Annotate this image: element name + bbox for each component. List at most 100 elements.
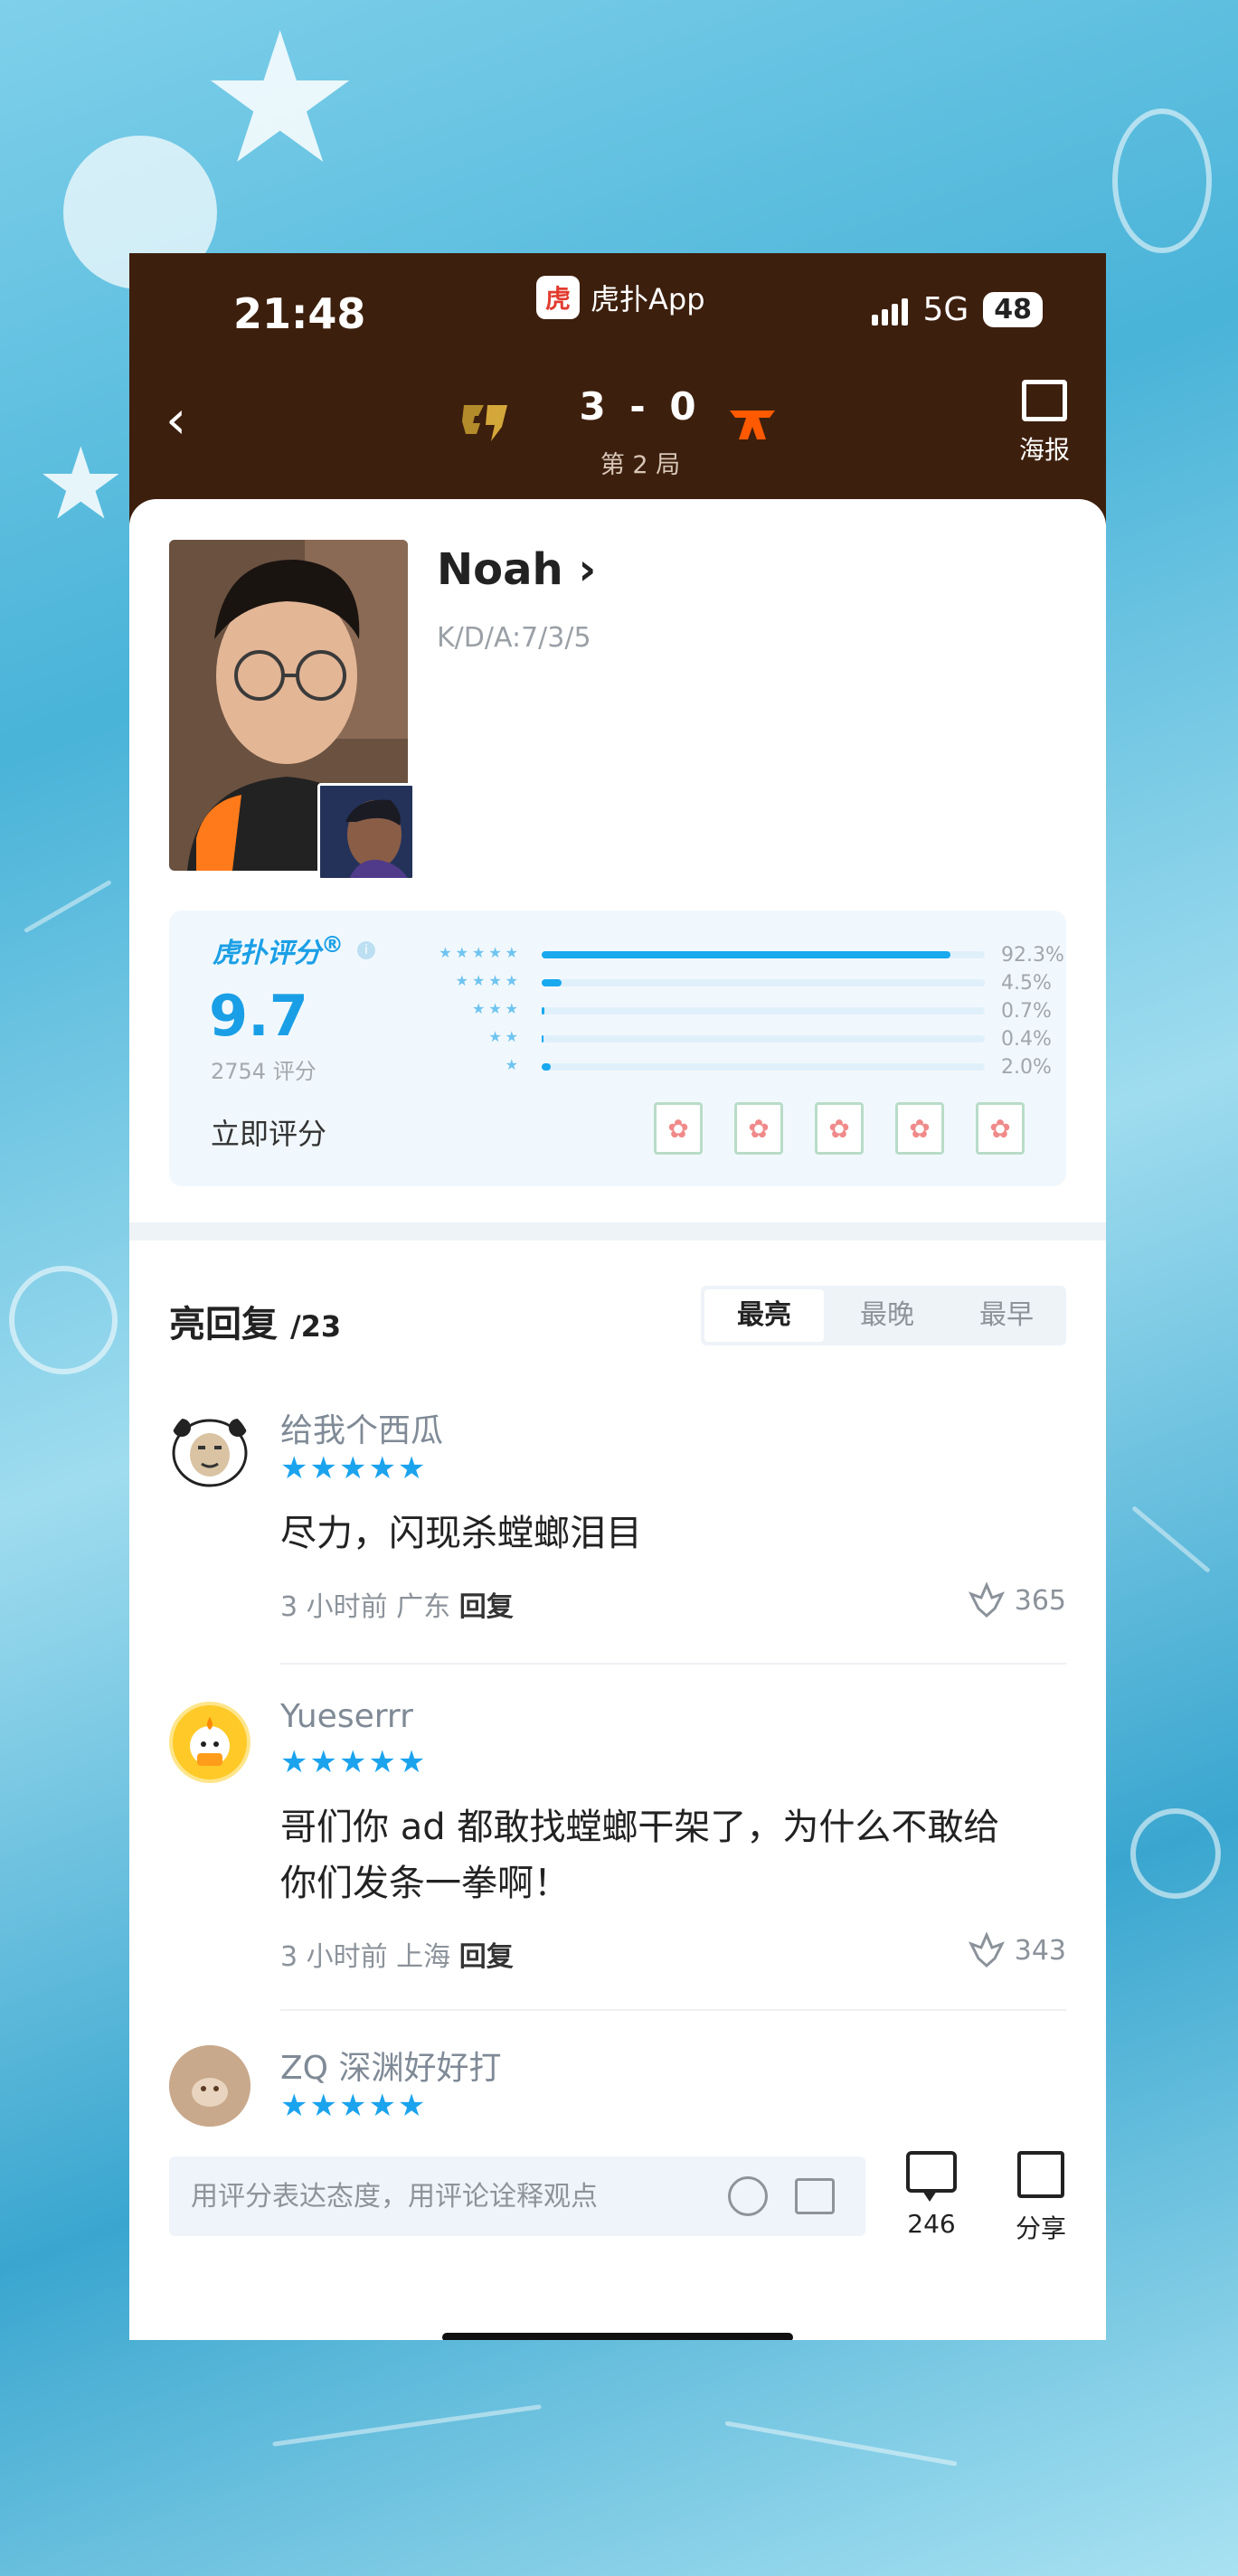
champion-portrait <box>317 783 415 881</box>
reply-button[interactable]: 回复 <box>459 1941 514 1973</box>
rating-bar-row: ★★★ 0.7% <box>395 998 1052 1026</box>
bar-percent: 0.7% <box>1001 1000 1052 1023</box>
chevron-right-icon: › <box>578 544 597 595</box>
player-name-link[interactable]: Noah › <box>437 544 596 595</box>
bar-track <box>542 1063 985 1071</box>
background-circle <box>1112 109 1212 253</box>
rating-brand-label: 虎扑评分 <box>213 938 321 969</box>
background-line <box>724 2420 958 2467</box>
rate-now-label: 立即评分 <box>211 1117 327 1151</box>
rate-option-5[interactable]: ✿ <box>976 1102 1025 1155</box>
comment-rating-stars: ★★★★★ <box>280 1450 428 1486</box>
bar-stars: ★★★★ <box>455 972 522 989</box>
rating-panel: 虎扑评分® i 9.7 2754 评分 立即评分 ★★★★★ 92.3% ★★★… <box>169 911 1066 1186</box>
status-time: 21:48 <box>233 289 366 338</box>
content-card: Noah › K/D/A:7/3/5 虎扑评分® i 9.7 2754 评分 立… <box>129 499 1106 2340</box>
comment-meta: 3 小时前 广东 回复 <box>280 1584 514 1624</box>
rate-options: ✿ ✿ ✿ ✿ ✿ <box>654 1102 1025 1155</box>
reply-button[interactable]: 回复 <box>459 1591 514 1623</box>
tab-latest[interactable]: 最晚 <box>827 1286 947 1345</box>
share-label: 分享 <box>1015 2213 1066 2243</box>
tab-hottest[interactable]: 最亮 <box>704 1289 824 1342</box>
comment-input-box <box>169 2156 865 2236</box>
poster-button[interactable]: 海报 <box>1019 380 1070 467</box>
light-up-icon <box>968 1581 1005 1618</box>
bar-stars: ★★ <box>488 1028 522 1045</box>
comment-separator <box>280 2009 1066 2011</box>
registered-mark: ® <box>321 931 344 958</box>
bar-stars: ★ <box>505 1056 522 1073</box>
bar-fill <box>542 1007 545 1014</box>
bar-stars: ★★★★★ <box>439 944 522 961</box>
comment-bar: 246 分享 <box>129 2151 1106 2340</box>
bar-percent: 92.3% <box>1001 944 1064 967</box>
bar-fill <box>542 1035 543 1043</box>
poster-label: 海报 <box>1018 435 1070 465</box>
emoji-icon[interactable] <box>728 2176 768 2216</box>
comment-username[interactable]: Yueserrr <box>280 1698 413 1735</box>
comment-location: 广东 <box>396 1591 451 1623</box>
bar-percent: 4.5% <box>1001 972 1052 995</box>
like-button[interactable]: 365 <box>968 1581 1066 1619</box>
avatar[interactable] <box>169 1702 250 1783</box>
background-circle <box>1130 1808 1221 1899</box>
like-count: 365 <box>1014 1584 1066 1617</box>
hupu-logo-icon: 虎 <box>536 276 580 319</box>
image-icon <box>1021 380 1067 421</box>
background-line <box>24 879 112 934</box>
signal-icon <box>872 295 909 326</box>
bar-track <box>542 1035 985 1043</box>
comments-button[interactable]: 246 <box>891 2151 972 2239</box>
comment-item: 给我个西瓜 ★★★★★ 尽力，闪现杀螳螂泪目 3 小时前 广东 回复 365 <box>129 1408 1106 1679</box>
rate-option-4[interactable]: ✿ <box>895 1102 944 1155</box>
bar-fill <box>542 979 562 986</box>
rate-option-3[interactable]: ✿ <box>815 1102 864 1155</box>
bar-track <box>542 979 985 986</box>
comment-username[interactable]: 给我个西瓜 <box>280 1404 443 1451</box>
player-kda: K/D/A:7/3/5 <box>437 622 591 654</box>
rate-option-2[interactable]: ✿ <box>734 1102 783 1155</box>
background-line <box>1131 1505 1211 1573</box>
bar-fill <box>542 951 951 958</box>
comment-time: 3 小时前 <box>280 1941 388 1973</box>
app-name: 虎扑App <box>591 282 705 316</box>
match-header: 21:48 虎 虎扑App 5G 48 ‹ 3 - 0 第 2 局 海报 <box>129 253 1106 524</box>
fnatic-logo-icon <box>730 410 775 439</box>
tab-earliest[interactable]: 最早 <box>947 1286 1066 1345</box>
share-button[interactable]: 分享 <box>1005 2151 1077 2245</box>
background-star: ★ <box>36 426 126 542</box>
comment-input[interactable] <box>191 2173 697 2220</box>
comment-item: Yueserrr ★★★★★ 哥们你 ad 都敢找螳螂干架了，为什么不敢给你们发… <box>129 1698 1106 2027</box>
back-button[interactable]: ‹ <box>165 393 186 446</box>
image-upload-icon[interactable] <box>795 2178 835 2214</box>
phone-screen: 21:48 虎 虎扑App 5G 48 ‹ 3 - 0 第 2 局 海报 Noa… <box>129 253 1106 2340</box>
chat-icon <box>906 2151 957 2202</box>
like-button[interactable]: 343 <box>968 1931 1066 1969</box>
battery-icon: 48 <box>983 292 1043 327</box>
geng-logo-icon <box>462 405 507 441</box>
sort-tabs: 最亮 最晚 最早 <box>701 1286 1066 1345</box>
replies-count: /23 <box>289 1309 342 1344</box>
info-icon[interactable]: i <box>357 941 375 959</box>
comment-rating-stars: ★★★★★ <box>280 2088 428 2124</box>
status-indicators: 5G 48 <box>872 291 1043 328</box>
rating-brand: 虎扑评分® <box>213 930 344 970</box>
background-line <box>272 2404 542 2447</box>
bar-percent: 0.4% <box>1001 1028 1052 1051</box>
rating-bar-row: ★★★★ 4.5% <box>395 970 1052 998</box>
bar-percent: 2.0% <box>1001 1056 1052 1079</box>
comment-text: 哥们你 ad 都敢找螳螂干架了，为什么不敢给你们发条一拳啊！ <box>280 1807 1000 1904</box>
rating-distribution: ★★★★★ 92.3% ★★★★ 4.5% ★★★ 0.7% ★★ 0.4% ★… <box>395 942 1064 1082</box>
background-circle <box>9 1266 118 1374</box>
comment-separator <box>280 1663 1066 1665</box>
comment-rating-stars: ★★★★★ <box>280 1744 428 1780</box>
bar-fill <box>542 1063 551 1071</box>
rating-bar-row: ★ 2.0% <box>395 1054 1052 1082</box>
avatar[interactable] <box>169 2045 250 2127</box>
avatar[interactable] <box>169 1408 250 1489</box>
rate-option-1[interactable]: ✿ <box>654 1102 703 1155</box>
comment-username[interactable]: ZQ 深渊好好打 <box>280 2042 501 2089</box>
comment-count: 246 <box>907 2209 956 2239</box>
share-icon <box>1017 2151 1064 2198</box>
app-indicator: 虎 虎扑App <box>536 276 705 319</box>
